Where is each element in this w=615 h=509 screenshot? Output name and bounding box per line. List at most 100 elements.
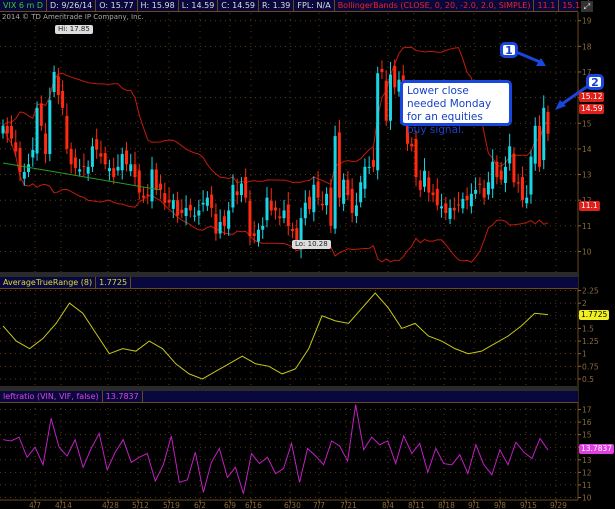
candle-body [27,164,31,172]
price-y-tick-label: 11 [582,222,592,231]
price-y-tick-label: 14 [582,145,592,154]
candle-body [10,126,14,139]
candle-body [529,156,533,195]
atr-tag: 1.7725 [579,310,610,320]
candle-body [312,184,316,213]
candle-body [5,125,9,134]
candle-body [90,146,94,167]
x-tick-label: 6/16 [245,501,262,509]
candle-body [52,71,56,93]
atr-title[interactable]: AverageTrueRange (8) [0,277,97,288]
candle-body [231,184,235,208]
leftratio-y-tick-label: 16 [582,418,592,427]
candle-body [346,179,350,196]
leftratio-y-tick-label: 13 [582,456,592,465]
candle-body [320,203,324,206]
candle-body [503,166,507,183]
chart-canvas: 4/7 4/14 4/28 5/12 5/19 6/2 6/9 6/16 6/30 7/7 7/21… [0,12,599,509]
candle-body [495,161,499,178]
candle-body [278,216,282,219]
candle-body [214,213,218,234]
candle-body [133,164,137,178]
leftratio-tag: 13.7837 [579,444,615,454]
candle-body [537,125,541,167]
candle-body [516,182,520,184]
candle-body [393,65,397,88]
candle-body [282,210,286,219]
candle-body [546,111,550,134]
candle-body [205,197,209,206]
candle-body [112,168,116,178]
candle-body [124,150,128,165]
x-tick-label: 8/11 [408,501,425,509]
annotation-callout: Lower close needed Monday for an equitie… [400,80,512,136]
candle-body [423,170,427,187]
leftratio-header: leftratio (VIN, VIF, false) 13.7837 [0,391,578,403]
candle-body [184,207,188,216]
candle-body [431,192,435,196]
high-label: Hi: 17.85 [55,25,93,34]
open-readout: O: 15.77 [96,0,138,11]
bb-lower-tag: 11.1 [579,201,600,211]
atr-y-tick-label: 0.75 [582,362,599,371]
candle-body [167,199,171,203]
candle-body [48,100,52,155]
candle-body [359,182,363,203]
candle-body [31,149,35,158]
x-tick-label: 6/2 [194,501,206,509]
leftratio-y-tick-label: 10 [582,493,592,502]
candle-body [448,207,452,219]
candle-body [142,195,146,198]
candle-body [350,188,354,214]
x-tick-label: 9/15 [520,501,537,509]
bb-upper-tag: 15.12 [579,92,605,102]
close-tag: 14.59 [579,104,605,114]
leftratio-y-tick-label: 15 [582,431,592,440]
candle-body [107,168,111,172]
leftratio-y-tick-label: 11 [582,481,592,490]
atr-y-tick-label: 1.5 [582,324,594,333]
arrow-1 [515,50,541,64]
candle-body [197,210,201,216]
close-readout: C: 14.59 [218,0,260,11]
candle-body [286,204,290,227]
leftratio-y-tick-label: 17 [582,406,592,415]
symbol-label[interactable]: VIX 6 m D [0,0,47,11]
price-y-tick-label: 19 [582,17,592,26]
candle-body [244,177,248,198]
candle-body [354,205,358,216]
price-y-tick-label: 18 [582,42,592,51]
date-readout: D: 9/26/14 [47,0,97,11]
candle-body [154,169,158,190]
leftratio-title[interactable]: leftratio (VIN, VIF, false) [0,391,103,402]
candle-body [342,179,346,204]
x-tick-label: 5/19 [163,501,180,509]
candle-body [269,200,273,211]
atr-y-tick-label: 2.25 [582,287,599,296]
price-y-tick-label: 10 [582,247,592,256]
candle-body [376,73,380,171]
candle-body [291,228,295,231]
x-tick-label: 6/9 [224,501,236,509]
atr-value: 1.7725 [96,277,132,288]
candle-body [44,133,48,155]
low-label: Lo: 10.28 [292,240,331,249]
atr-y-tick-label: 1 [582,350,587,359]
candle-body [69,148,73,165]
candle-body [171,200,175,209]
candle-body [146,194,150,196]
candle-body [103,153,107,165]
candle-body [1,125,5,134]
leftratio-value: 13.7837 [103,391,143,402]
candle-body [367,166,371,168]
candle-body [188,204,192,211]
candle-body [533,125,537,164]
candle-body [163,193,167,203]
candle-body [252,233,256,237]
study-title[interactable]: BollingerBands (CLOSE, 0, 20, -2.0, 2.0,… [335,0,535,11]
candle-body [274,207,277,211]
candle-body [418,180,422,190]
zoom-icon[interactable]: ⤢ [581,1,593,12]
candle-body [222,216,226,226]
copyright: 2014 © TD Ameritrade IP Company, Inc. [2,13,144,21]
